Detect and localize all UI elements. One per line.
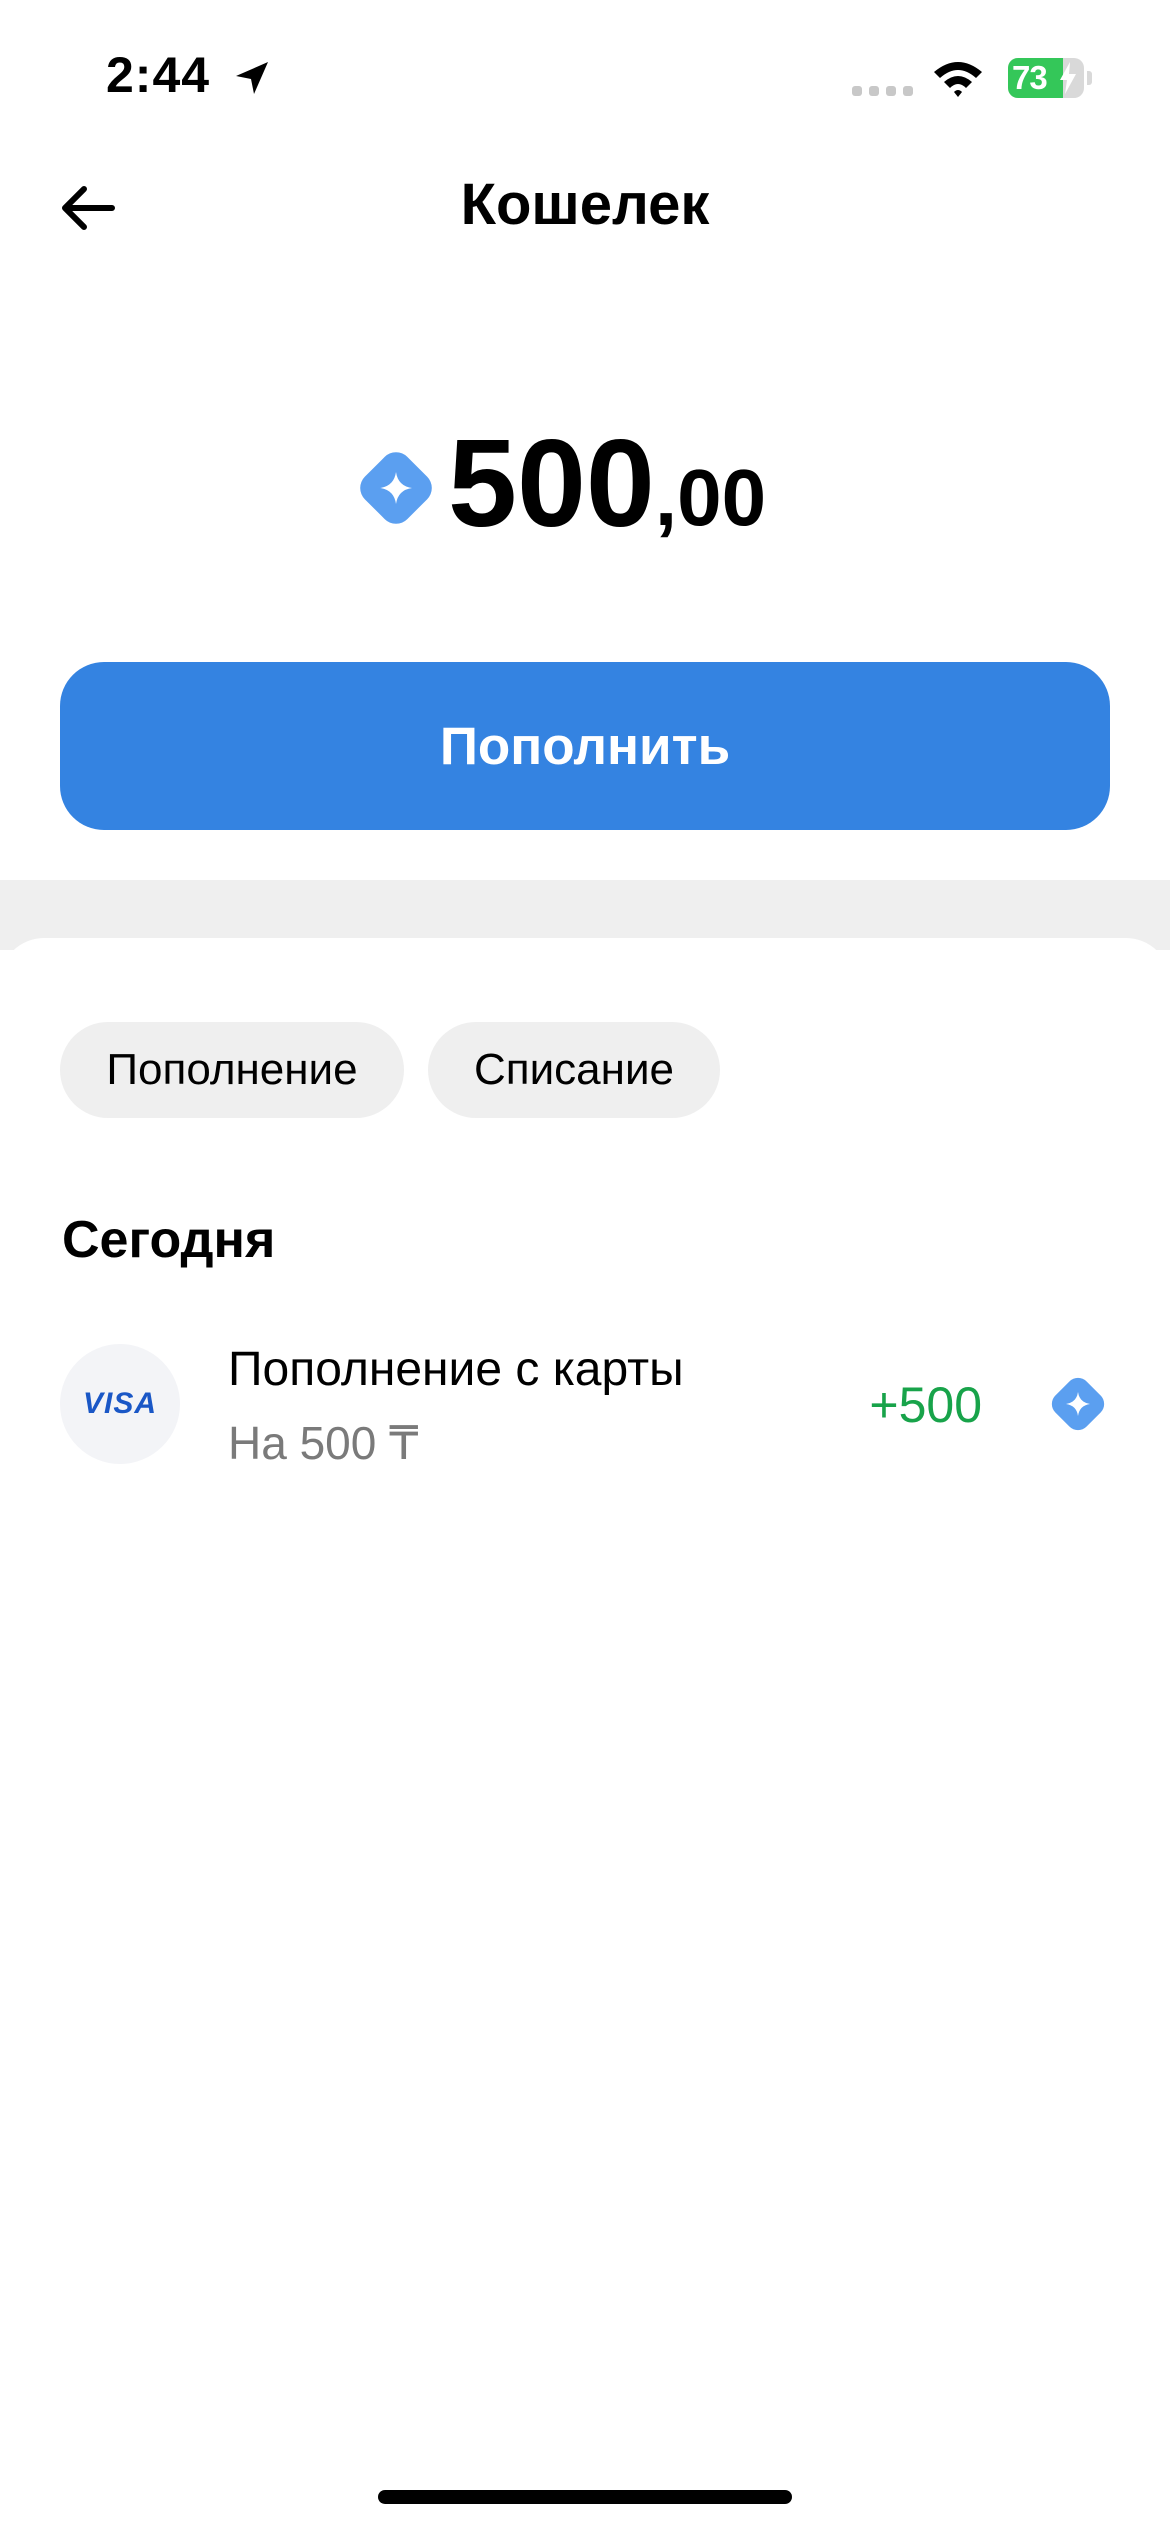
sparkle-coin-icon bbox=[1051, 1377, 1105, 1431]
battery-body: 73 bbox=[1008, 58, 1084, 98]
status-bar: 2:44 73 bbox=[0, 0, 1170, 150]
wallet-balance: 500 ,00 bbox=[352, 396, 766, 546]
balance-integer: 500 bbox=[448, 415, 655, 553]
battery-cap bbox=[1087, 71, 1092, 85]
transaction-row[interactable]: VISA Пополнение с карты На 500 ₸ +500 bbox=[60, 1342, 1110, 1469]
location-arrow-icon bbox=[236, 62, 268, 94]
section-title-today: Сегодня bbox=[62, 1211, 276, 1269]
status-time: 2:44 bbox=[106, 47, 211, 103]
transaction-title: Пополнение с карты bbox=[228, 1343, 684, 1396]
visa-logo-text: VISA bbox=[82, 1387, 158, 1420]
page-title: Кошелек bbox=[460, 172, 710, 237]
transaction-amount: +500 bbox=[869, 1377, 982, 1433]
filter-chip-writeoff[interactable]: Списание bbox=[428, 1022, 720, 1118]
balance-fraction: ,00 bbox=[654, 453, 767, 542]
topup-button[interactable]: Пополнить bbox=[60, 662, 1110, 830]
visa-card-icon: VISA bbox=[60, 1344, 180, 1464]
charging-bolt-icon bbox=[1060, 62, 1076, 94]
sparkle-coin-icon bbox=[360, 452, 432, 524]
home-indicator[interactable] bbox=[378, 2490, 792, 2504]
battery-level: 73 bbox=[1012, 59, 1048, 96]
filter-chip-topup[interactable]: Пополнение bbox=[60, 1022, 404, 1118]
battery-indicator: 73 bbox=[1008, 58, 1092, 98]
cellular-signal-icon bbox=[852, 86, 913, 96]
history-card bbox=[0, 938, 1170, 2532]
wifi-icon bbox=[934, 62, 982, 97]
transaction-subtitle: На 500 ₸ bbox=[228, 1417, 419, 1469]
